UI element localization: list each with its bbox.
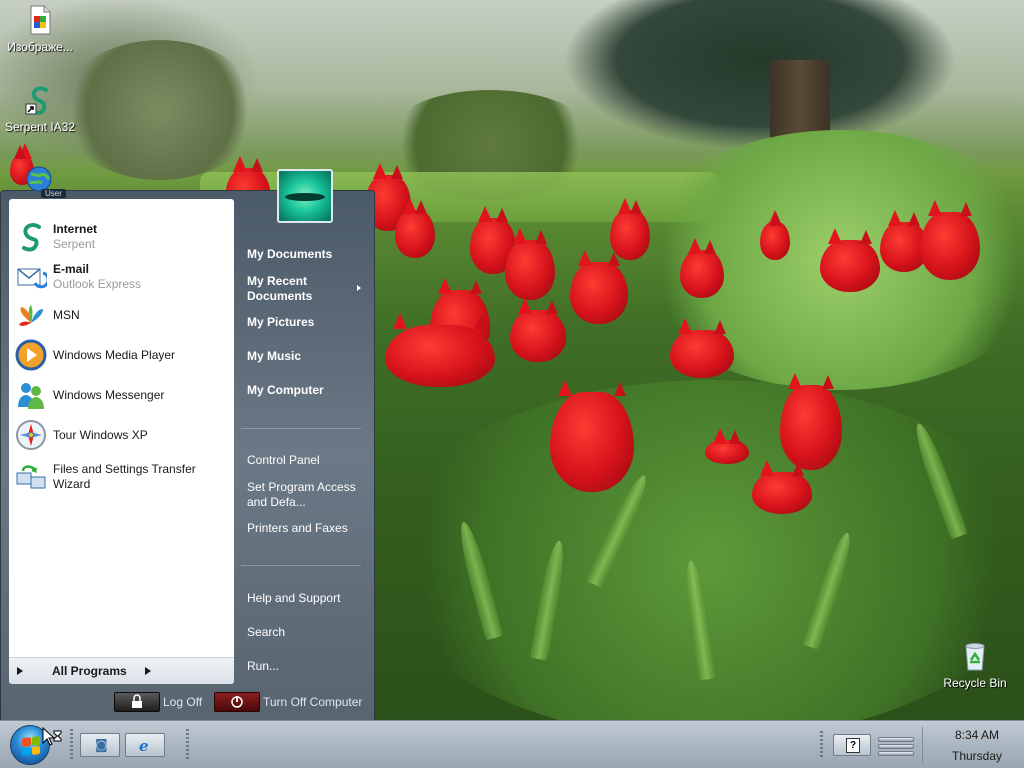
windows-logo-icon bbox=[22, 736, 40, 756]
recycle-bin-icon bbox=[959, 640, 991, 672]
menu-run[interactable]: Run... bbox=[247, 659, 279, 674]
media-player-icon bbox=[15, 339, 47, 371]
menu-my-documents[interactable]: My Documents bbox=[247, 247, 332, 262]
taskbar: ◙ e ? 8:34 AM Thursday bbox=[0, 720, 1024, 768]
chevron-right-icon bbox=[145, 667, 151, 675]
program-subtitle: Outlook Express bbox=[53, 277, 142, 291]
arrow-right-icon bbox=[17, 667, 23, 675]
desktop-icon-image-file[interactable]: Изображе... bbox=[0, 4, 80, 54]
outlook-express-icon bbox=[15, 261, 50, 293]
submenu-arrow-icon bbox=[357, 285, 361, 291]
separator bbox=[241, 428, 361, 429]
program-name: Tour Windows XP bbox=[53, 427, 148, 442]
program-name: Windows Media Player bbox=[53, 347, 176, 362]
quicklaunch-browser[interactable]: e bbox=[125, 733, 165, 757]
msn-butterfly-icon bbox=[15, 299, 47, 331]
recent-item-transfer-wizard[interactable]: Files and Settings Transfer Wizard bbox=[15, 459, 229, 495]
help-icon: ? bbox=[846, 738, 860, 753]
menu-set-program-access[interactable]: Set Program Access and Defa... bbox=[247, 480, 365, 510]
turn-off-label[interactable]: Turn Off Computer bbox=[263, 695, 362, 709]
recent-item-msn[interactable]: MSN bbox=[15, 297, 229, 333]
desktop-icon-recycle-bin[interactable]: Recycle Bin bbox=[935, 640, 1015, 690]
menu-printers-and-faxes[interactable]: Printers and Faxes bbox=[247, 521, 348, 536]
taskbar-grip[interactable] bbox=[186, 729, 189, 761]
menu-help-and-support[interactable]: Help and Support bbox=[247, 591, 340, 606]
recent-item-messenger[interactable]: Windows Messenger bbox=[15, 377, 229, 413]
start-menu: User Internet Serpent E-mail Outlook Exp… bbox=[0, 166, 375, 722]
clock-day[interactable]: Thursday bbox=[930, 749, 1024, 763]
tray-network-icon[interactable] bbox=[878, 735, 914, 757]
separator bbox=[241, 565, 361, 566]
desktop-icon-label: Recycle Bin bbox=[943, 676, 1007, 690]
serpent-shortcut-icon bbox=[24, 84, 56, 116]
desktop-icon-label: Serpent IA32 bbox=[4, 120, 76, 134]
desktop-icon-serpent[interactable]: Serpent IA32 bbox=[0, 84, 80, 134]
browser-icon: e bbox=[139, 737, 149, 755]
start-menu-program-list: Internet Serpent E-mail Outlook Express … bbox=[9, 199, 234, 684]
program-name: Files and Settings Transfer Wizard bbox=[53, 462, 196, 491]
menu-my-music[interactable]: My Music bbox=[247, 349, 301, 364]
user-name-badge: User bbox=[41, 189, 66, 198]
menu-my-recent-documents[interactable]: My Recent Documents bbox=[247, 274, 327, 304]
menu-my-computer[interactable]: My Computer bbox=[247, 383, 324, 398]
transfer-wizard-icon bbox=[15, 461, 47, 493]
messenger-icon bbox=[15, 379, 47, 411]
power-icon bbox=[231, 696, 243, 708]
tour-xp-icon bbox=[15, 419, 47, 451]
program-name: MSN bbox=[53, 307, 80, 322]
desktop-icon-label: Изображе... bbox=[7, 40, 73, 54]
busy-cursor-icon bbox=[42, 726, 62, 749]
recent-item-tour-xp[interactable]: Tour Windows XP bbox=[15, 417, 229, 453]
clock-time[interactable]: 8:34 AM bbox=[930, 728, 1024, 742]
log-off-label[interactable]: Log Off bbox=[163, 695, 202, 709]
all-programs-button[interactable]: All Programs bbox=[9, 657, 234, 684]
serpent-browser-icon bbox=[15, 221, 47, 253]
program-name: Windows Messenger bbox=[53, 387, 165, 402]
tray-help-button[interactable]: ? bbox=[833, 734, 871, 756]
menu-control-panel[interactable]: Control Panel bbox=[247, 453, 320, 468]
recent-item-media-player[interactable]: Windows Media Player bbox=[15, 337, 229, 373]
turn-off-button[interactable] bbox=[214, 692, 260, 712]
taskbar-grip[interactable] bbox=[70, 729, 73, 761]
tray-grip bbox=[820, 731, 823, 759]
pinned-item-internet[interactable]: Internet Serpent bbox=[15, 219, 229, 255]
user-picture[interactable] bbox=[277, 169, 333, 223]
log-off-button[interactable] bbox=[114, 692, 160, 712]
lock-icon bbox=[132, 694, 142, 708]
tray-divider bbox=[922, 727, 923, 763]
program-name: Internet bbox=[53, 222, 98, 236]
pinned-item-email[interactable]: E-mail Outlook Express bbox=[15, 259, 229, 295]
quicklaunch-show-desktop[interactable]: ◙ bbox=[80, 733, 120, 757]
all-programs-label: All Programs bbox=[52, 664, 127, 678]
menu-search[interactable]: Search bbox=[247, 625, 285, 640]
program-name: E-mail bbox=[53, 262, 90, 276]
menu-my-pictures[interactable]: My Pictures bbox=[247, 315, 314, 330]
image-document-icon bbox=[24, 4, 56, 36]
desktop-icon: ◙ bbox=[95, 738, 108, 753]
program-subtitle: Serpent bbox=[53, 237, 96, 251]
